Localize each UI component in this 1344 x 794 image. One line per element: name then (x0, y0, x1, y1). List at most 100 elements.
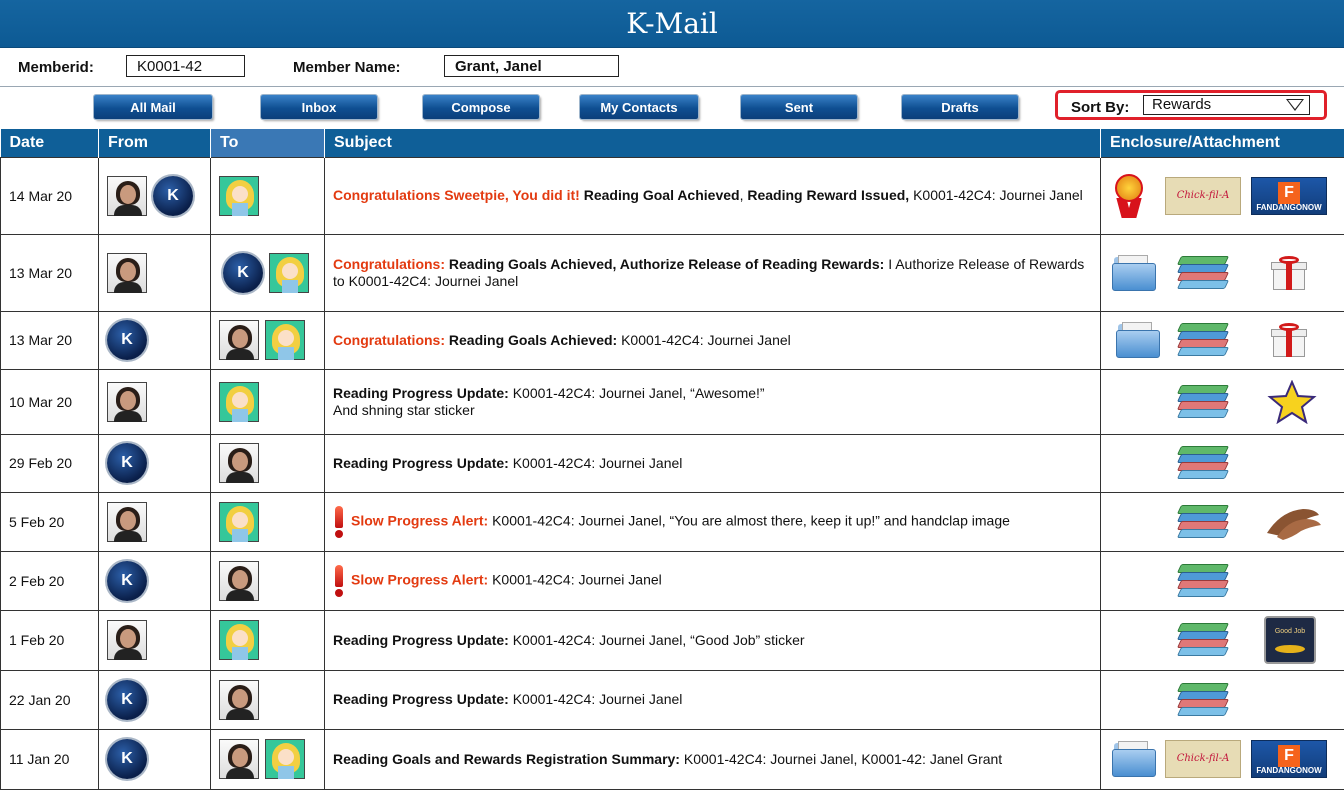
subject-text: Reading Goal Achieved (583, 187, 740, 203)
handclap-icon[interactable] (1263, 503, 1323, 541)
subject-cell[interactable]: Reading Progress Update: K0001-42C4: Jou… (324, 433, 1101, 493)
subject-column-header[interactable]: Subject (324, 129, 1101, 157)
books-icon[interactable] (1176, 446, 1230, 480)
teacher-avatar[interactable] (219, 679, 259, 720)
table-row[interactable]: 10 Mar 20 Reading Progress Update: K0001-… (0, 368, 1344, 435)
date-cell: 11 Jan 20 (0, 728, 99, 790)
subject-text: Slow Progress Alert: (351, 571, 493, 588)
to-cell (210, 728, 325, 790)
all-mail-button[interactable]: All Mail (94, 95, 212, 119)
gift-icon[interactable] (1271, 255, 1307, 290)
compose-button[interactable]: Compose (423, 95, 539, 119)
subject-cell[interactable]: Slow Progress Alert: K0001-42C4: Journei… (324, 550, 1101, 611)
teacher-avatar[interactable] (219, 443, 259, 483)
fandango-gift-card[interactable]: F FANDANGONOW (1251, 740, 1327, 778)
table-row[interactable]: 14 Mar 20 K Congratulations Sweetpie, You … (0, 156, 1344, 235)
books-icon[interactable] (1176, 255, 1230, 290)
chickfila-gift-card[interactable]: Chick-fil-A (1165, 740, 1241, 778)
books-icon[interactable] (1176, 563, 1230, 598)
to-cell (210, 491, 325, 552)
student-avatar[interactable] (219, 175, 259, 216)
table-row[interactable]: 5 Feb 20 Slow Progress Alert: K0001-42C4:… (0, 491, 1344, 552)
subject-cell[interactable]: Congratulations: Reading Goals Achieved,… (324, 233, 1101, 312)
subject-cell[interactable]: Congratulations Sweetpie, You did it! Re… (324, 156, 1101, 235)
books-icon[interactable] (1176, 504, 1230, 539)
student-avatar[interactable] (219, 501, 259, 542)
table-row[interactable]: 13 Mar 20 K Congratulations: Reading Goals… (0, 233, 1344, 312)
enclosure-cell (1100, 310, 1344, 370)
teacher-avatar[interactable] (219, 739, 259, 779)
from-cell: K (98, 310, 211, 370)
fandango-logo-text: FANDANGONOW (1256, 202, 1322, 212)
drafts-button[interactable]: Drafts (902, 95, 1018, 119)
good-job-shape (1275, 645, 1305, 653)
books-icon[interactable] (1176, 682, 1230, 717)
date-column-header[interactable]: Date (0, 129, 99, 157)
student-avatar[interactable] (219, 381, 259, 422)
to-column-header[interactable]: To (210, 129, 325, 157)
k-avatar[interactable]: K (153, 175, 193, 216)
subject-text: Reading Progress Update: (333, 454, 513, 471)
student-avatar[interactable] (219, 620, 259, 660)
gift-icon[interactable] (1271, 323, 1307, 357)
table-row[interactable]: 11 Jan 20 K Reading Goals and Rewards Regi… (0, 728, 1344, 790)
folder-icon[interactable] (1112, 254, 1156, 291)
date-cell: 10 Mar 20 (0, 368, 99, 435)
k-avatar[interactable]: K (107, 560, 147, 601)
dropdown-triangle-icon[interactable] (1286, 99, 1304, 111)
sort-by-select[interactable]: Rewards (1143, 95, 1310, 115)
teacher-avatar[interactable] (107, 620, 147, 660)
books-icon[interactable] (1176, 384, 1230, 419)
table-row[interactable]: 29 Feb 20 K Reading Progress Update: K0001… (0, 433, 1344, 493)
student-avatar[interactable] (265, 739, 305, 779)
k-avatar[interactable]: K (107, 679, 147, 720)
my-contacts-button[interactable]: My Contacts (580, 95, 698, 119)
teacher-avatar[interactable] (107, 252, 147, 293)
student-avatar[interactable] (265, 320, 305, 360)
teacher-avatar[interactable] (107, 501, 147, 542)
subject-text: K0001-42C4: Journei Janel, K0001-42: Jan… (683, 750, 1003, 767)
inbox-button[interactable]: Inbox (261, 95, 377, 119)
teacher-avatar[interactable] (219, 320, 259, 360)
books-icon[interactable] (1176, 623, 1230, 657)
subject-cell[interactable]: Slow Progress Alert: K0001-42C4: Journei… (324, 491, 1101, 552)
subject-cell[interactable]: Reading Goals and Rewards Registration S… (324, 728, 1101, 790)
k-avatar[interactable]: K (223, 252, 263, 293)
chickfila-gift-card[interactable]: Chick-fil-A (1165, 176, 1241, 215)
books-icon[interactable] (1176, 323, 1230, 357)
from-cell (98, 491, 211, 552)
fandango-gift-card[interactable]: F FANDANGONOW (1251, 176, 1327, 215)
good-job-sticker-icon[interactable]: Good Job (1264, 616, 1316, 664)
subject-cell[interactable]: Congratulations: Reading Goals Achieved:… (324, 310, 1101, 370)
medal-icon[interactable] (1114, 173, 1144, 218)
teacher-avatar[interactable] (107, 381, 147, 422)
subject-cell[interactable]: Reading Progress Update: K0001-42C4: Jou… (324, 669, 1101, 730)
teacher-avatar[interactable] (219, 560, 259, 601)
from-cell: K (98, 669, 211, 730)
folder-icon[interactable] (1112, 741, 1156, 777)
subject-text: Reading Goals and Rewards Registration S… (333, 750, 684, 767)
star-sticker-icon[interactable] (1267, 378, 1317, 424)
enclosure-column-header[interactable]: Enclosure/Attachment (1100, 129, 1344, 157)
table-row[interactable]: 22 Jan 20 K Reading Progress Update: K0001… (0, 669, 1344, 730)
subject-text: Reading Goals Achieved, Authorize Releas… (448, 255, 889, 272)
k-avatar[interactable]: K (107, 320, 147, 360)
from-cell: K (98, 433, 211, 493)
enclosure-cell (1100, 550, 1344, 611)
from-column-header[interactable]: From (98, 129, 211, 157)
table-row[interactable]: 1 Feb 20 Reading Progress Update: K0001-4… (0, 609, 1344, 671)
fandango-logo-letter: F (1278, 181, 1300, 204)
table-row[interactable]: 13 Mar 20 K Congratulations: Reading Goals… (0, 310, 1344, 370)
student-avatar[interactable] (269, 252, 309, 293)
sort-by-value: Rewards (1152, 96, 1212, 113)
subject-cell[interactable]: Reading Progress Update: K0001-42C4: Jou… (324, 368, 1101, 435)
subject-text: Reading Progress Update: (333, 631, 513, 648)
memberid-label: Memberid: (18, 59, 94, 76)
sent-button[interactable]: Sent (741, 95, 857, 119)
teacher-avatar[interactable] (107, 175, 147, 216)
k-avatar[interactable]: K (107, 739, 147, 779)
k-avatar[interactable]: K (107, 443, 147, 483)
subject-cell[interactable]: Reading Progress Update: K0001-42C4: Jou… (324, 609, 1101, 671)
folder-icon[interactable] (1116, 322, 1160, 358)
table-row[interactable]: 2 Feb 20 K Slow Progress Alert: K0001-42C4… (0, 550, 1344, 611)
